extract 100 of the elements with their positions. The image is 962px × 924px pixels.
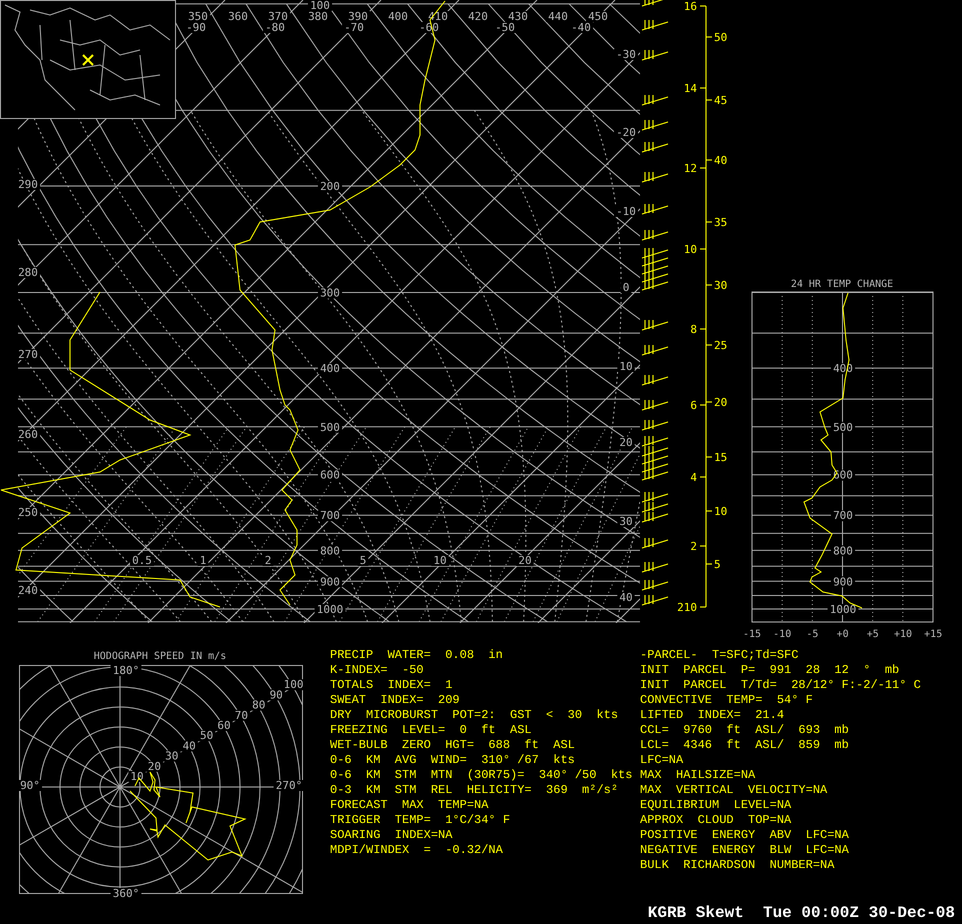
height-km-label: 8 xyxy=(690,323,697,336)
pressure-label: 500 xyxy=(833,420,853,434)
chart-title: 24 HR TEMP CHANGE xyxy=(790,279,894,290)
height-base-label: 210 xyxy=(677,601,697,614)
speed-label: 40 xyxy=(182,739,196,752)
temperature-label: -40 xyxy=(571,21,591,34)
temperature-label: -80 xyxy=(265,21,285,34)
parcel-line: LCL= 4346 ft ASL/ 859 mb xyxy=(640,738,850,753)
theta-label: 280 xyxy=(18,266,38,279)
temperature-label: 30 xyxy=(619,515,633,528)
parcel-line: LFC=NA xyxy=(640,753,684,768)
parcel-line: -PARCEL- T=SFC;Td=SFC xyxy=(640,648,800,663)
pressure-label: 600 xyxy=(320,468,340,482)
theta-label: 290 xyxy=(18,178,38,191)
axis-tick-label: -5 xyxy=(806,629,818,640)
speed-label: 30 xyxy=(165,750,178,763)
index-line: TRIGGER TEMP= 1°C/34° F xyxy=(330,813,512,828)
index-line: DRY MICROBURST POT=2: GST < 30 kts xyxy=(330,708,620,723)
height-km-label: 10 xyxy=(684,243,697,256)
mixing-ratio-label: 10 xyxy=(433,554,447,567)
theta-label: 430 xyxy=(508,10,528,23)
mixing-ratio-label: 5 xyxy=(360,554,366,567)
index-line: WET-BULB ZERO HGT= 688 ft ASL xyxy=(330,738,576,753)
temperature-label: -90 xyxy=(186,21,206,34)
pressure-label: 200 xyxy=(320,180,340,193)
axis-tick-label: +10 xyxy=(894,629,912,640)
theta-label: 260 xyxy=(18,428,38,441)
direction-label: 270° xyxy=(276,779,302,792)
speed-label: 80 xyxy=(252,698,266,712)
parcel-line: LIFTED INDEX= 21.4 xyxy=(640,708,786,723)
direction-label: 90° xyxy=(20,779,40,792)
temperature-label: -70 xyxy=(344,21,364,34)
height-kft-label: 45 xyxy=(714,94,728,107)
theta-label: 420 xyxy=(468,10,488,23)
index-line: MDPI/WINDEX = -0.32/NA xyxy=(330,843,504,858)
direction-label: 180° xyxy=(112,664,140,677)
axis-tick-label: +0 xyxy=(836,629,849,640)
pressure-label: 700 xyxy=(833,509,853,522)
parcel-line: APPROX CLOUD TOP=NA xyxy=(640,813,792,828)
pressure-label: 800 xyxy=(833,544,853,558)
index-line: FREEZING LEVEL= 0 ft ASL xyxy=(330,723,533,738)
index-line: PRECIP WATER= 0.08 in xyxy=(330,648,504,663)
parcel-line: EQUILIBRIUM LEVEL=NA xyxy=(640,798,792,813)
height-kft-label: 10 xyxy=(714,505,728,518)
height-kft-label: 20 xyxy=(714,396,728,409)
temperature-label: -10 xyxy=(616,205,636,218)
height-km-label: 6 xyxy=(690,399,697,412)
mixing-ratio-label: 0.5 xyxy=(132,554,152,567)
pressure-label: 500 xyxy=(320,420,340,434)
height-kft-label: 50 xyxy=(714,31,728,44)
axis-tick-label: -10 xyxy=(773,629,792,640)
speed-label: 60 xyxy=(217,719,231,732)
theta-label: 240 xyxy=(18,584,38,597)
temperature-label: 20 xyxy=(619,436,633,449)
speed-label: 50 xyxy=(200,729,214,742)
parcel-line: NEGATIVE ENERGY BLW LFC=NA xyxy=(640,843,850,858)
pressure-label: 1000 xyxy=(830,602,856,616)
theta-label: 250 xyxy=(18,506,38,519)
speed-label: 70 xyxy=(234,708,248,722)
height-kft-label: 40 xyxy=(714,154,728,167)
height-km-label: 12 xyxy=(684,162,697,175)
pressure-label: 900 xyxy=(320,575,340,588)
theta-label: 380 xyxy=(308,10,328,23)
height-km-label: 2 xyxy=(690,540,697,553)
parcel-line: POSITIVE ENERGY ABV LFC=NA xyxy=(640,828,850,843)
theta-label: 390 xyxy=(348,10,368,23)
station-title: KGRB Skewt Tue 00:00Z 30-Dec-08 xyxy=(648,903,955,924)
pressure-label: 800 xyxy=(320,544,340,558)
temperature-label: 0 xyxy=(622,281,630,294)
speed-label: 90 xyxy=(270,688,283,702)
pressure-label: 900 xyxy=(833,575,853,588)
parcel-line: MAX VERTICAL VELOCITY=NA xyxy=(640,783,828,798)
index-line: SOARING INDEX=NA xyxy=(330,828,454,843)
height-kft-label: 30 xyxy=(714,279,728,292)
theta-label: 400 xyxy=(388,10,408,23)
index-line: 0-3 KM STM REL HELICITY= 369 m²/s² xyxy=(330,783,620,798)
pressure-label: 100 xyxy=(310,0,330,12)
index-line: 0-6 KM AVG WIND= 310° /67 kts xyxy=(330,753,576,768)
temperature-label: -30 xyxy=(616,48,636,61)
theta-label: 450 xyxy=(588,10,608,23)
axis-tick-label: -15 xyxy=(742,629,762,640)
parcel-line: CONVECTIVE TEMP= 54° F xyxy=(640,693,814,708)
height-km-label: 4 xyxy=(690,471,697,484)
direction-label: 360° xyxy=(112,887,140,900)
temperature-label: -50 xyxy=(495,21,515,34)
mixing-ratio-label: 1 xyxy=(200,554,206,567)
height-kft-label: 25 xyxy=(714,339,728,352)
index-line: TOTALS INDEX= 1 xyxy=(330,678,454,693)
axis-tick-label: +5 xyxy=(866,629,879,640)
theta-label: 440 xyxy=(548,10,568,23)
index-line: SWEAT INDEX= 209 xyxy=(330,693,461,708)
mixing-ratio-label: 2 xyxy=(264,554,272,567)
parcel-line: INIT PARCEL P= 991 28 12 ° mb xyxy=(640,663,900,678)
theta-label: 270 xyxy=(18,348,38,361)
parcel-line: INIT PARCEL T/Td= 28/12° F:-2/-11° C xyxy=(640,678,922,693)
speed-label: 20 xyxy=(148,760,162,773)
height-km-label: 14 xyxy=(684,82,697,95)
theta-label: 370 xyxy=(268,10,288,23)
theta-label: 350 xyxy=(188,10,208,23)
mixing-ratio-label: 20 xyxy=(518,554,532,567)
